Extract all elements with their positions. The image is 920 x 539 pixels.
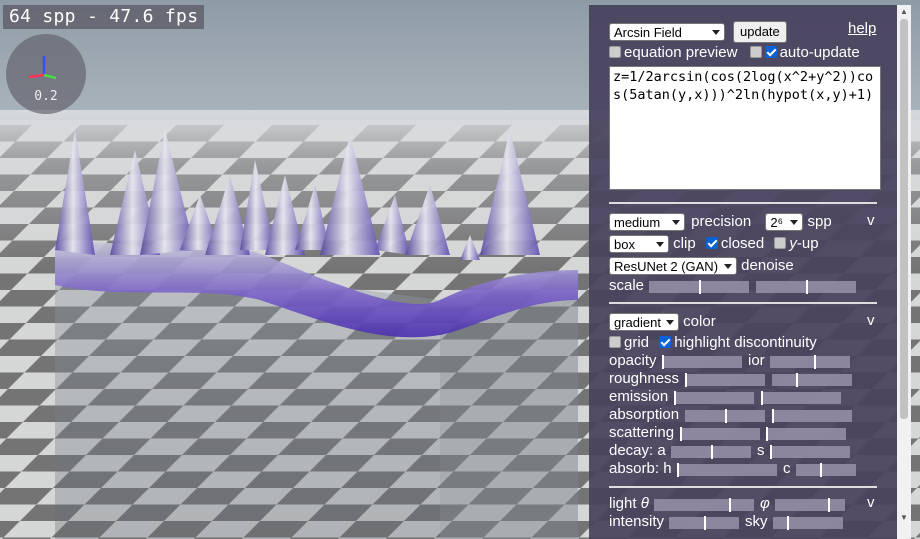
gizmo-scale-readout: 0.2 [34, 89, 58, 104]
clip-label: clip [673, 235, 696, 252]
spp-label: spp [807, 213, 832, 230]
absorb-h-slider[interactable] [677, 463, 777, 477]
highlight-discontinuity-label: highlight discontinuity [674, 334, 817, 351]
scale-label: scale [609, 277, 645, 294]
precision-label: precision [691, 213, 752, 230]
closed-checkbox[interactable] [705, 237, 718, 249]
axis-gizmo[interactable]: 0.2 [6, 34, 86, 114]
control-panel: Arcsin Field update help equation previe… [589, 5, 897, 539]
absorption-label: absorption [609, 406, 680, 423]
help-link[interactable]: help [848, 20, 876, 37]
auto-update-checkbox[interactable] [764, 46, 777, 58]
emission-slider-1[interactable] [674, 391, 754, 405]
denoise-select[interactable]: ResUNet 2 (GAN) [609, 257, 737, 276]
panel-scrollbar[interactable]: ▲ ▼ [897, 5, 911, 539]
function-select[interactable]: Arcsin Field [609, 23, 725, 42]
y-up-italic: y [789, 235, 797, 252]
divider [609, 302, 877, 304]
light-theta-symbol: θ [640, 495, 649, 512]
light-phi-symbol: φ [760, 495, 770, 512]
collapse-light-toggle[interactable]: v [867, 494, 875, 511]
divider [609, 486, 877, 488]
scroll-up-icon[interactable]: ▲ [899, 7, 909, 17]
decay-s-label: s [757, 442, 765, 459]
absorption-slider-2[interactable] [772, 409, 852, 423]
absorption-slider-1[interactable] [685, 409, 765, 423]
emission-label: emission [609, 388, 669, 405]
light-theta-slider[interactable] [654, 498, 754, 512]
equation-preview-label: equation preview [624, 44, 738, 61]
scroll-down-icon[interactable]: ▼ [899, 513, 909, 523]
intensity-slider[interactable] [669, 516, 739, 530]
update-button[interactable]: update [733, 21, 787, 43]
sky-label: sky [745, 513, 768, 530]
divider [609, 202, 877, 204]
grid-label: grid [624, 334, 650, 351]
scale-slider-1[interactable] [649, 280, 749, 294]
ior-label: ior [748, 352, 765, 369]
scattering-label: scattering [609, 424, 675, 441]
absorb-c-slider[interactable] [796, 463, 856, 477]
absorb-h-label: absorb: h [609, 460, 672, 477]
y-up-checkbox[interactable] [774, 237, 787, 249]
grid-checkbox[interactable] [609, 336, 621, 348]
opacity-label: opacity [609, 352, 657, 369]
equation-input[interactable]: z=1/2arcsin(cos(2log(x^2+y^2))cos(5atan(… [609, 66, 881, 190]
decay-s-slider[interactable] [770, 445, 850, 459]
light-phi-slider[interactable] [775, 498, 845, 512]
precision-select[interactable]: medium [609, 213, 685, 232]
denoise-label: denoise [741, 257, 794, 274]
color-label: color [683, 313, 716, 330]
fps-counter: 64 spp - 47.6 fps [3, 5, 205, 29]
closed-label: closed [720, 235, 765, 252]
spp-select[interactable]: 2⁶ [765, 213, 804, 232]
light-label: light [609, 495, 637, 512]
collapse-material-toggle[interactable]: v [867, 312, 875, 329]
scattering-slider-2[interactable] [766, 427, 846, 441]
intensity-label: intensity [609, 513, 665, 530]
auto-update-checkbox-gray[interactable] [749, 46, 762, 58]
decay-a-slider[interactable] [671, 445, 751, 459]
scroll-thumb[interactable] [900, 19, 908, 419]
equation-preview-checkbox[interactable] [609, 46, 621, 58]
sky-slider[interactable] [773, 516, 843, 530]
roughness-slider-1[interactable] [685, 373, 765, 387]
highlight-discontinuity-checkbox[interactable] [659, 336, 672, 348]
auto-update-label: auto-update [779, 44, 860, 61]
clip-select[interactable]: box [609, 235, 669, 254]
color-select[interactable]: gradient [609, 313, 679, 332]
opacity-slider[interactable] [662, 355, 742, 369]
absorb-c-label: c [783, 460, 791, 477]
scattering-slider-1[interactable] [680, 427, 760, 441]
roughness-slider-2[interactable] [772, 373, 852, 387]
ior-slider[interactable] [770, 355, 850, 369]
decay-a-label: decay: a [609, 442, 666, 459]
roughness-label: roughness [609, 370, 680, 387]
emission-slider-2[interactable] [761, 391, 841, 405]
collapse-render-toggle[interactable]: v [867, 212, 875, 229]
y-up-label: -up [796, 235, 819, 252]
scale-slider-2[interactable] [756, 280, 856, 294]
